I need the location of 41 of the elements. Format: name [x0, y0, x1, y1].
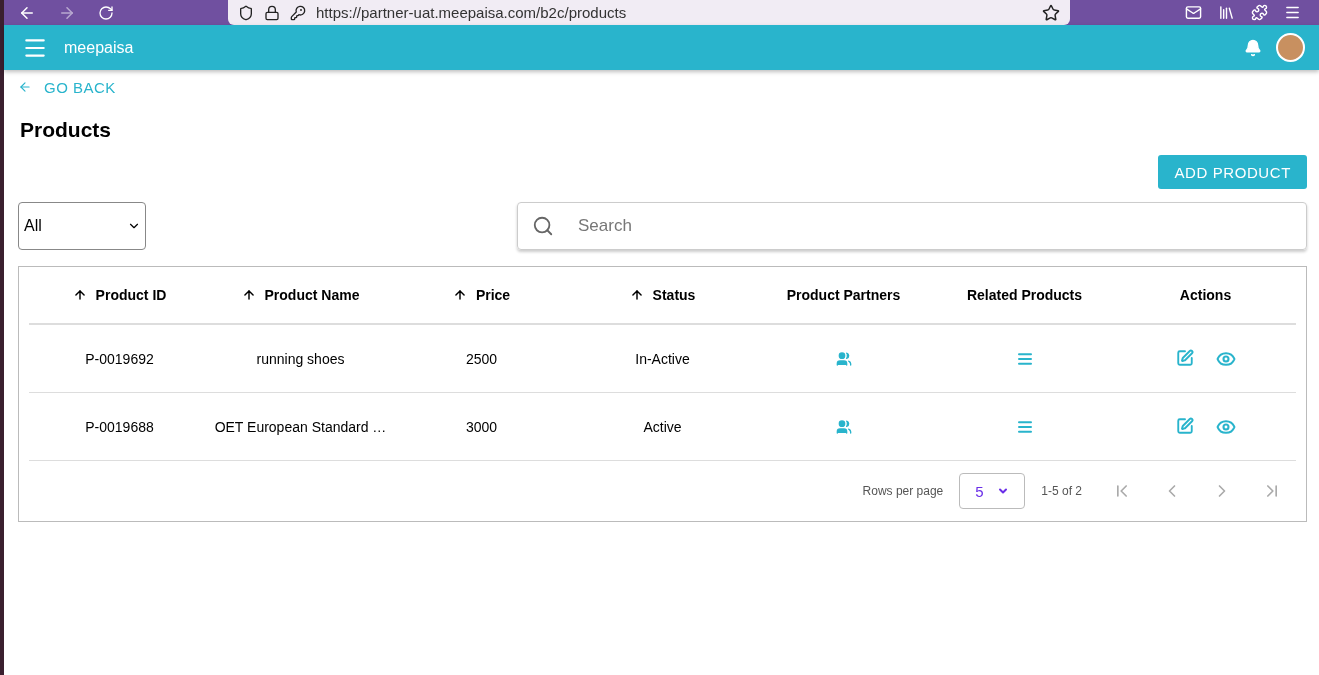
lock-icon	[264, 4, 280, 21]
puzzle-icon[interactable]	[1251, 4, 1268, 21]
column-header[interactable]: Price	[475, 287, 511, 303]
star-icon[interactable]	[1042, 3, 1060, 22]
rows-per-page-label: Rows per page	[862, 484, 944, 498]
reload-icon[interactable]	[98, 4, 114, 21]
table-cell-text: Active	[642, 418, 683, 435]
column-header[interactable]: Product Name	[264, 287, 360, 303]
bell-icon[interactable]	[1244, 38, 1262, 57]
shield-icon	[238, 4, 254, 21]
app-title: meepaisa	[64, 38, 134, 57]
table-cell-text: P-0019688	[84, 418, 155, 435]
address-bar[interactable]: https://partner-uat.meepaisa.com/b2c/products	[228, 0, 1070, 25]
url-text: https://partner-uat.meepaisa.com/b2c/products	[316, 4, 628, 21]
search-icon	[532, 215, 554, 237]
table-cell-text: running shoes	[255, 350, 346, 367]
column-header: Product Partners	[786, 287, 901, 303]
table-cell-text: In-Active	[634, 350, 691, 367]
library-icon[interactable]	[1218, 4, 1235, 21]
avatar[interactable]	[1276, 33, 1305, 62]
list-icon[interactable]	[1016, 350, 1033, 367]
people-icon[interactable]	[835, 350, 852, 367]
table-cell-text: 3000	[464, 418, 499, 435]
key-icon	[290, 4, 306, 21]
filter-select[interactable]: All	[18, 202, 146, 250]
table-cell-text: P-0019692	[84, 350, 155, 367]
table-cell-text: OET European Standard …	[213, 418, 388, 435]
edit-icon[interactable]	[1175, 348, 1194, 367]
column-header[interactable]: Product ID	[95, 287, 167, 303]
edit-icon[interactable]	[1175, 416, 1194, 435]
column-header: Related Products	[966, 287, 1083, 303]
menu-icon[interactable]	[1284, 4, 1301, 21]
page-range: 1-5 of 2	[1041, 484, 1082, 498]
people-icon[interactable]	[835, 418, 852, 435]
column-header[interactable]: Status	[652, 287, 696, 303]
page-title: Products	[20, 118, 112, 142]
table-cell-text: 2500	[464, 350, 499, 367]
search-bar[interactable]: Search	[517, 202, 1307, 250]
rows-per-page-select[interactable]: 5	[959, 473, 1026, 509]
column-header: Actions	[1179, 287, 1232, 303]
list-icon[interactable]	[1016, 418, 1033, 435]
